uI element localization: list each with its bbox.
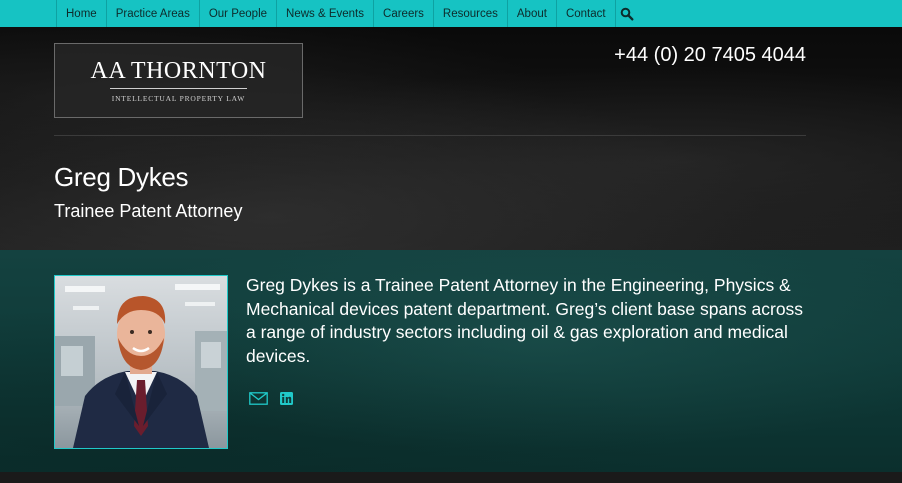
- profile-section: Greg Dykes is a Trainee Patent Attorney …: [0, 250, 902, 472]
- profile-photo-illustration: [55, 276, 227, 448]
- nav-item-contact[interactable]: Contact: [557, 0, 616, 27]
- header-divider: [54, 135, 806, 136]
- nav-item-practice-areas[interactable]: Practice Areas: [107, 0, 200, 27]
- person-bio: Greg Dykes is a Trainee Patent Attorney …: [246, 275, 804, 366]
- person-job-title: Trainee Patent Attorney: [54, 201, 243, 221]
- nav-item-careers[interactable]: Careers: [374, 0, 434, 27]
- nav-item-news-events[interactable]: News & Events: [277, 0, 375, 27]
- nav-item-our-people[interactable]: Our People: [200, 0, 278, 27]
- nav-item-about[interactable]: About: [508, 0, 557, 27]
- logo-tagline: INTELLECTUAL PROPERTY LAW: [111, 94, 246, 103]
- linkedin-icon[interactable]: [280, 392, 293, 410]
- phone-number[interactable]: +44 (0) 20 7405 4044: [614, 44, 806, 67]
- logo-name: AA THORNTON: [90, 58, 267, 84]
- profile-photo: [54, 275, 228, 449]
- logo-divider: [110, 88, 247, 89]
- nav-item-home[interactable]: Home: [57, 0, 107, 27]
- hero-header: AA THORNTON INTELLECTUAL PROPERTY LAW +4…: [0, 27, 902, 250]
- search-icon[interactable]: [616, 0, 638, 27]
- search-icon-glyph: [620, 7, 634, 21]
- nav-item-resources[interactable]: Resources: [434, 0, 508, 27]
- page-title: Greg Dykes: [54, 162, 189, 192]
- nav-menu: Home Practice Areas Our People News & Ev…: [56, 0, 638, 27]
- footer-strip: [0, 472, 902, 483]
- email-icon[interactable]: [249, 392, 268, 410]
- contact-links: [249, 392, 293, 410]
- site-logo[interactable]: AA THORNTON INTELLECTUAL PROPERTY LAW: [54, 43, 303, 118]
- top-navigation: Home Practice Areas Our People News & Ev…: [0, 0, 902, 27]
